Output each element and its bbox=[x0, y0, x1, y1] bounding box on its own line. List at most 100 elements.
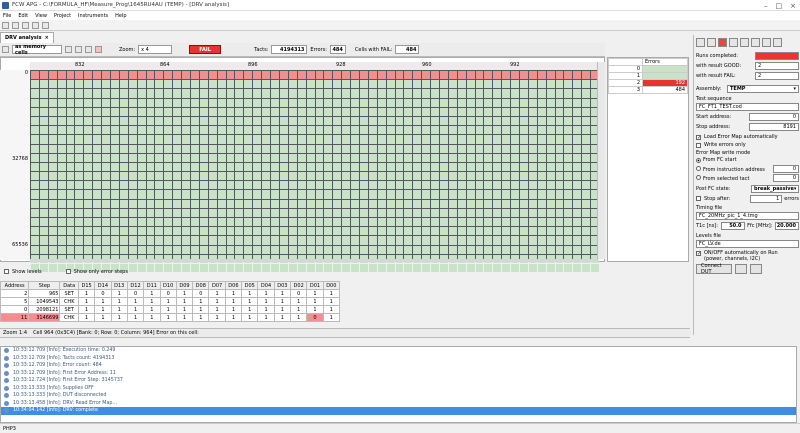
memory-cell[interactable] bbox=[475, 199, 484, 208]
memory-cell[interactable] bbox=[164, 190, 173, 199]
memory-cell[interactable] bbox=[48, 218, 57, 227]
memory-cell[interactable] bbox=[235, 190, 244, 199]
memory-cell[interactable] bbox=[342, 181, 351, 190]
memory-cell[interactable] bbox=[48, 107, 57, 116]
memory-cell[interactable] bbox=[75, 181, 84, 190]
memory-cell[interactable] bbox=[75, 126, 84, 135]
memory-cell[interactable] bbox=[555, 199, 564, 208]
memory-cell[interactable] bbox=[137, 80, 146, 89]
column-header[interactable]: D11 bbox=[143, 281, 161, 290]
memory-cell[interactable] bbox=[253, 135, 262, 144]
memory-cell[interactable] bbox=[66, 245, 75, 254]
memory-cell[interactable] bbox=[244, 227, 253, 236]
memory-cell[interactable] bbox=[57, 190, 66, 199]
memory-cell[interactable] bbox=[546, 245, 555, 254]
memory-cell[interactable] bbox=[404, 107, 413, 116]
memory-cell[interactable] bbox=[448, 107, 457, 116]
memory-cell[interactable] bbox=[262, 172, 271, 181]
memory-cell[interactable] bbox=[342, 71, 351, 80]
memory-cell[interactable] bbox=[351, 199, 359, 208]
memory-cell[interactable] bbox=[48, 144, 57, 153]
memory-cell[interactable] bbox=[279, 89, 288, 98]
memory-cell[interactable] bbox=[199, 162, 208, 172]
memory-cell[interactable] bbox=[182, 190, 191, 199]
memory-cell[interactable] bbox=[519, 107, 528, 116]
memory-cell[interactable] bbox=[439, 107, 448, 116]
memory-cell[interactable] bbox=[155, 71, 164, 80]
memory-cell[interactable] bbox=[413, 126, 422, 135]
memory-cell[interactable] bbox=[39, 227, 48, 236]
memory-cell[interactable] bbox=[146, 245, 155, 254]
memory-cell[interactable] bbox=[111, 162, 119, 172]
memory-cell[interactable] bbox=[368, 71, 377, 80]
memory-cell[interactable] bbox=[262, 236, 271, 245]
memory-cell[interactable] bbox=[173, 245, 182, 254]
memory-cell[interactable] bbox=[484, 116, 493, 126]
memory-cell[interactable] bbox=[182, 172, 191, 181]
memory-cell[interactable] bbox=[279, 135, 288, 144]
memory-cell[interactable] bbox=[279, 107, 288, 116]
memory-cell[interactable] bbox=[48, 98, 57, 107]
memory-cell[interactable] bbox=[39, 190, 48, 199]
tab-drv-analysis[interactable]: DRV analysis × bbox=[0, 32, 54, 43]
memory-cell[interactable] bbox=[582, 116, 591, 126]
memory-cell[interactable] bbox=[288, 89, 297, 98]
memory-cell[interactable] bbox=[404, 208, 413, 217]
memory-cell[interactable] bbox=[502, 245, 511, 254]
memory-cell[interactable] bbox=[422, 80, 431, 89]
memory-cell[interactable] bbox=[262, 153, 271, 162]
memory-cell[interactable] bbox=[146, 190, 155, 199]
memory-cell[interactable] bbox=[66, 218, 75, 227]
memory-cell[interactable] bbox=[484, 144, 493, 153]
memory-cell[interactable] bbox=[546, 116, 555, 126]
memory-cell[interactable] bbox=[208, 107, 217, 116]
memory-cell[interactable] bbox=[519, 245, 528, 254]
memory-cell[interactable] bbox=[57, 227, 66, 236]
memory-cell[interactable] bbox=[119, 227, 128, 236]
memory-cell[interactable] bbox=[377, 218, 386, 227]
memory-cell[interactable] bbox=[57, 71, 66, 80]
memory-cell[interactable] bbox=[351, 89, 359, 98]
memory-cell[interactable] bbox=[199, 245, 208, 254]
memory-cell[interactable] bbox=[244, 126, 253, 135]
memory-cell[interactable] bbox=[217, 181, 226, 190]
memory-cell[interactable] bbox=[39, 172, 48, 181]
memory-cell[interactable] bbox=[111, 89, 119, 98]
memory-cell[interactable] bbox=[573, 218, 582, 227]
memory-cell[interactable] bbox=[457, 89, 466, 98]
memory-cell[interactable] bbox=[191, 199, 199, 208]
memory-cell[interactable] bbox=[466, 208, 475, 217]
memory-cell[interactable] bbox=[351, 135, 359, 144]
memory-cell[interactable] bbox=[395, 172, 404, 181]
memory-cell[interactable] bbox=[297, 162, 306, 172]
memory-cell[interactable] bbox=[93, 172, 102, 181]
memory-cell[interactable] bbox=[493, 172, 502, 181]
memory-cell[interactable] bbox=[31, 190, 39, 199]
memory-cell[interactable] bbox=[448, 71, 457, 80]
memory-cell[interactable] bbox=[39, 116, 48, 126]
memory-cell[interactable] bbox=[528, 107, 537, 116]
tab-close-icon[interactable]: × bbox=[45, 35, 49, 41]
memory-cell[interactable] bbox=[395, 218, 404, 227]
memory-cell[interactable] bbox=[333, 71, 342, 80]
memory-cell[interactable] bbox=[128, 199, 137, 208]
memory-cell[interactable] bbox=[217, 227, 226, 236]
memory-cell[interactable] bbox=[519, 208, 528, 217]
memory-cell[interactable] bbox=[404, 98, 413, 107]
memory-cell[interactable] bbox=[502, 199, 511, 208]
memory-cell[interactable] bbox=[528, 181, 537, 190]
memory-cell[interactable] bbox=[422, 107, 431, 116]
memory-cell[interactable] bbox=[555, 172, 564, 181]
memory-cell[interactable] bbox=[137, 218, 146, 227]
run-icon[interactable] bbox=[696, 38, 705, 47]
memory-cell[interactable] bbox=[502, 236, 511, 245]
memory-cell[interactable] bbox=[573, 181, 582, 190]
memory-cell[interactable] bbox=[528, 98, 537, 107]
memory-cell[interactable] bbox=[155, 153, 164, 162]
memory-cell[interactable] bbox=[235, 98, 244, 107]
memory-cell[interactable] bbox=[119, 107, 128, 116]
memory-cell[interactable] bbox=[351, 98, 359, 107]
memory-cell[interactable] bbox=[395, 107, 404, 116]
memory-cell[interactable] bbox=[582, 144, 591, 153]
memory-cell[interactable] bbox=[137, 208, 146, 217]
